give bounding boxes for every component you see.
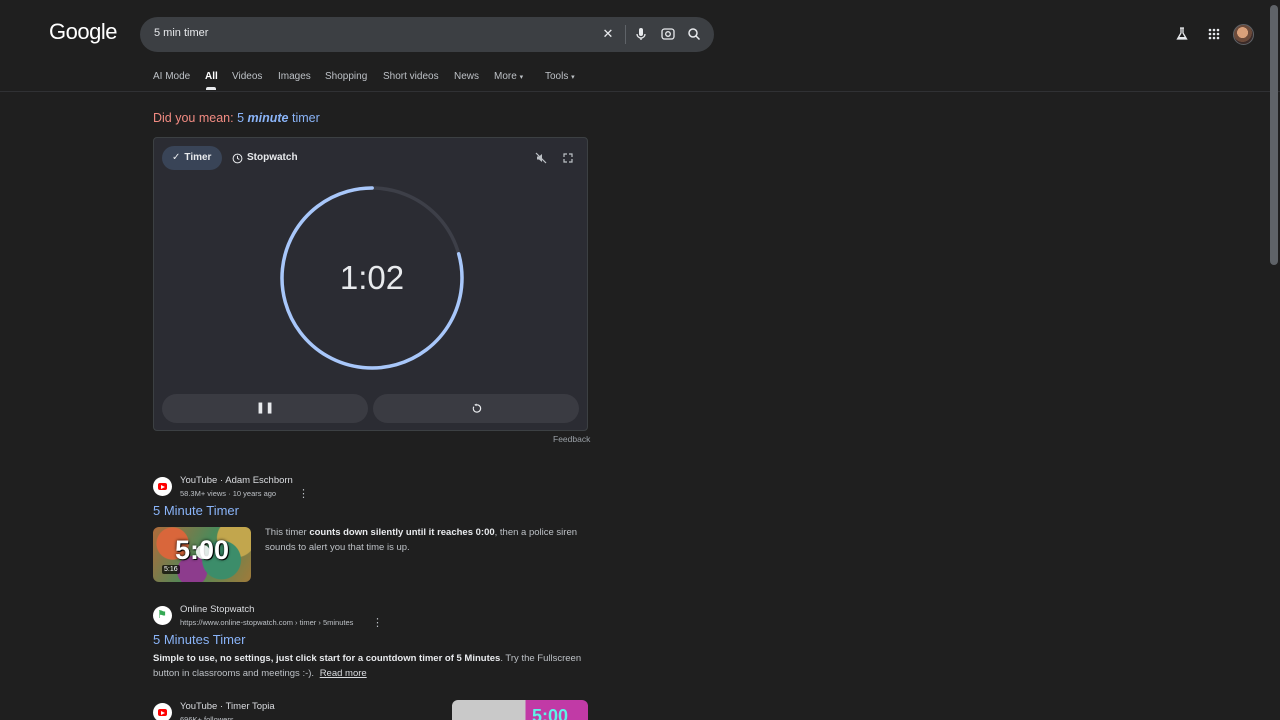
snippet-bold: counts down silently until it reaches 0:… [309,527,495,538]
youtube-favicon [153,703,172,720]
result-meta: 696K+ followers [180,715,234,720]
tab-short-videos[interactable]: Short videos [383,71,439,82]
account-avatar[interactable] [1233,24,1254,45]
pause-icon: ❚❚ [255,402,275,414]
play-icon [196,545,210,559]
tab-news[interactable]: News [454,71,479,82]
labs-flask-icon[interactable] [1174,26,1190,42]
google-logo[interactable]: Google [49,19,117,45]
youtube-favicon [153,477,172,496]
result-source[interactable]: Online Stopwatch [180,604,254,615]
chevron-down-icon: ▾ [571,74,575,81]
tab-videos[interactable]: Videos [232,71,262,82]
tab-more-label: More [494,71,517,82]
video-thumbnail[interactable]: 5:00 5:16 [153,527,251,582]
fullscreen-icon[interactable] [562,152,574,164]
result-title[interactable]: 5 Minutes Timer [153,632,245,647]
did-you-mean-post: timer [292,111,320,125]
chevron-down-icon: ▾ [519,74,524,81]
tab-tools-label: Tools [545,71,569,82]
tab-timer-label: Timer [184,152,212,163]
did-you-mean: Did you mean: 5 minute timer [153,111,320,125]
pause-button[interactable]: ❚❚ [162,394,368,423]
apps-grid-icon[interactable] [1206,26,1222,42]
search-input[interactable]: 5 min timer [154,27,208,39]
result-source[interactable]: YouTube · Timer Topia [180,701,275,712]
result-meta: 58.3M+ views · 10 years ago [180,489,277,498]
header-divider [0,91,1280,92]
did-you-mean-bold: minute [247,111,289,125]
read-more-link[interactable]: Read more [320,668,367,679]
check-icon: ✓ [172,152,181,163]
more-options-icon[interactable]: ⋮ [298,487,309,500]
result-url[interactable]: https://www.online-stopwatch.com › timer… [180,618,353,627]
feedback-link[interactable]: Feedback [553,434,590,444]
mute-icon[interactable] [535,152,547,164]
snippet-pre: This timer [265,527,310,538]
reset-icon [472,403,481,413]
page-scrollbar[interactable] [1270,5,1278,265]
search-bar[interactable]: 5 min timer ✕ [140,17,714,52]
clear-icon[interactable]: ✕ [600,26,616,42]
search-divider [625,25,626,44]
tab-ai-mode[interactable]: AI Mode [153,71,190,82]
tab-tools[interactable]: Tools ▾ [545,71,575,82]
search-tabs: AI Mode All Videos Images Shopping Short… [0,71,700,87]
tab-timer[interactable]: ✓ Timer [162,146,223,170]
more-options-icon[interactable]: ⋮ [372,616,383,629]
video-duration: 5:16 [162,565,180,574]
microphone-icon[interactable] [633,26,649,42]
result-snippet: This timer counts down silently until it… [265,525,588,555]
tab-all[interactable]: All [205,71,218,82]
timer-display: 1:02 [339,259,405,296]
result-snippet: Simple to use, no settings, just click s… [153,651,588,681]
active-tab-indicator [206,87,216,90]
did-you-mean-prefix: Did you mean: [153,111,234,125]
did-you-mean-link[interactable]: 5 minute timer [237,111,320,125]
tab-stopwatch-label: Stopwatch [247,152,298,163]
thumbnail-text: 5:00 [532,706,569,720]
result-source[interactable]: YouTube · Adam Eschborn [180,475,293,486]
video-thumbnail[interactable]: 5:00 [452,700,588,720]
timer-widget: ✓ Timer Stopwatch 1:02 ❚❚ [153,137,588,431]
clock-icon [232,153,243,163]
reset-button[interactable] [373,394,579,423]
tab-images[interactable]: Images [278,71,311,82]
tab-shopping[interactable]: Shopping [325,71,367,82]
result-title[interactable]: 5 Minute Timer [153,503,239,518]
search-icon[interactable] [686,26,702,42]
online-stopwatch-favicon [153,606,172,625]
snippet-bold: Simple to use, no settings, just click s… [153,653,501,664]
did-you-mean-pre: 5 [237,111,245,125]
lens-icon[interactable] [660,26,676,42]
tab-stopwatch[interactable]: Stopwatch [232,146,298,170]
tab-more[interactable]: More ▾ [494,71,523,82]
